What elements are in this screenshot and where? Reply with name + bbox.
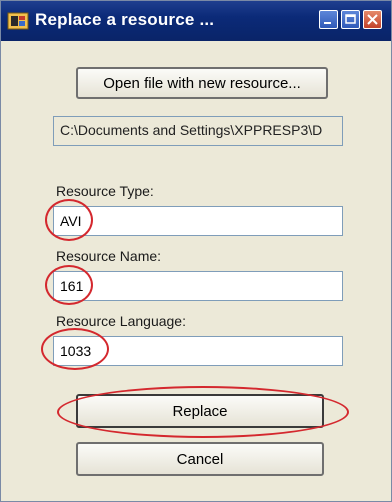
close-icon[interactable] xyxy=(363,10,382,29)
title-bar[interactable]: Replace a resource ... xyxy=(1,1,391,41)
maximize-icon[interactable] xyxy=(341,10,360,29)
open-file-button[interactable]: Open file with new resource... xyxy=(76,67,328,99)
replace-button-label: Replace xyxy=(172,402,228,420)
file-path-display: C:\Documents and Settings\XPPRESP3\D xyxy=(53,116,343,146)
cancel-button[interactable]: Cancel xyxy=(76,442,324,476)
resource-type-field[interactable]: AVI xyxy=(53,206,343,236)
minimize-icon[interactable] xyxy=(319,10,338,29)
resource-name-field[interactable]: 161 xyxy=(53,271,343,301)
resource-language-label: Resource Language: xyxy=(56,313,186,329)
replace-button[interactable]: Replace xyxy=(76,394,324,428)
resource-name-label: Resource Name: xyxy=(56,248,162,264)
app-icon xyxy=(7,12,29,30)
resource-language-field[interactable]: 1033 xyxy=(53,336,343,366)
cancel-button-label: Cancel xyxy=(176,450,224,468)
window-title: Replace a resource ... xyxy=(35,10,215,29)
resource-type-label: Resource Type: xyxy=(56,183,154,199)
open-file-button-label: Open file with new resource... xyxy=(103,74,301,92)
replace-resource-dialog: Replace a resource ... Open file with ne… xyxy=(0,0,392,502)
